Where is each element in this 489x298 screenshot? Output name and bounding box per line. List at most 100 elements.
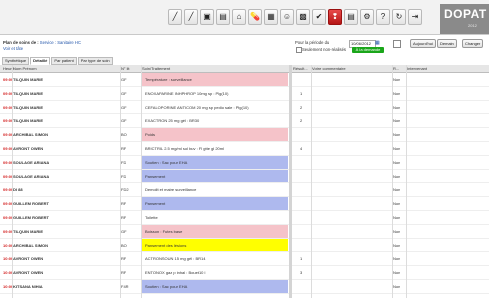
care-row[interactable]: 09:00 TILQUIN MARIE GF Boisson : Futes base…: [0, 224, 489, 239]
result-cell: 2: [300, 118, 303, 124]
refresh-icon[interactable]: ↻: [392, 9, 406, 25]
room-cell: GF: [121, 104, 127, 110]
patient-cell: DI 88: [13, 187, 23, 193]
care-row[interactable]: 09:00 TILQUIN MARIE GF CEFALOPORINE ANTICOM…: [0, 101, 489, 115]
alert-icon[interactable]: ❢: [328, 9, 342, 25]
calendar-icon[interactable]: ▦: [375, 40, 380, 46]
care-cell[interactable]: Soutien : Sac pour EHA: [142, 280, 288, 294]
col-room[interactable]: N° lit: [121, 66, 130, 71]
non-realised-label: Seulement non-réalisés: [302, 47, 346, 52]
realised-cell: Non: [393, 284, 401, 289]
realised-cell: Non: [393, 90, 401, 96]
care-row[interactable]: 10:00 AVRONT OWEN RF ENTONOX gaz p inhal : …: [0, 266, 489, 280]
care-row[interactable]: 09:00 GUILLEM ROBERT RF Toilette Non: [0, 211, 489, 225]
care-cell[interactable]: CEFALOPORINE ANTICOM 20 mg sp pedio sale…: [142, 101, 288, 115]
calendar-icon[interactable]: ▦: [264, 9, 278, 25]
result-cell: 1: [300, 256, 303, 262]
column-separator: [141, 65, 142, 298]
document-icon[interactable]: ▤: [344, 9, 358, 25]
patient-cell: TILQUIN MARIE: [13, 228, 43, 234]
care-row[interactable]: 09:00 GUILLEM ROBERT RF Pansement Non: [0, 197, 489, 211]
care-cell[interactable]: Pansement: [142, 197, 288, 211]
patient-cell: AVRONT OWEN: [13, 256, 44, 262]
view-link[interactable]: Voir et tâte: [3, 46, 23, 51]
today-button[interactable]: Aujourd'hui: [410, 39, 436, 48]
tab-synthetic[interactable]: Synthétique: [2, 57, 30, 65]
result-cell: 3: [300, 270, 303, 276]
care-cell[interactable]: EXACTRON 25 mg gél : BR30: [142, 114, 288, 128]
care-row[interactable]: 09:00 TILQUIN MARIE GF ENOXAPARINE INHPHROP…: [0, 87, 489, 101]
chart-icon[interactable]: ▩: [296, 9, 310, 25]
patient-cell: AVRONT OWEN: [13, 146, 44, 151]
care-cell[interactable]: ACTRONSOUN 15 mg gél : BR14: [142, 252, 288, 266]
care-row[interactable]: 09:00 TILQUIN MARIE GF Température : survei…: [0, 73, 489, 87]
care-cell[interactable]: Pansement des lésions: [142, 238, 288, 253]
col-intervenant[interactable]: Intervenant: [407, 66, 427, 71]
tomorrow-button[interactable]: Demain: [437, 39, 457, 48]
tab-by-patient[interactable]: Par patient: [51, 57, 77, 65]
patient-cell: SOULAGE ARIANA: [13, 159, 50, 165]
help-icon[interactable]: ?: [376, 9, 390, 25]
care-cell[interactable]: BRICTRIL 2.5 mg/ml sol buv : Fl gtte gl …: [142, 142, 288, 156]
care-cell[interactable]: ENTONOX gaz p inhal : Bouet10 l: [142, 266, 288, 280]
app-logo: DOPAT 2012: [440, 4, 489, 34]
pill-icon[interactable]: 💊: [248, 9, 262, 25]
settings-icon[interactable]: ⚙: [360, 9, 374, 25]
exit-icon[interactable]: ⇥: [408, 9, 422, 25]
care-cell[interactable]: Boisson : Futes base: [142, 224, 288, 239]
care-row[interactable]: 09:00 TILQUIN MARIE GF EXACTRON 25 mg gél :…: [0, 114, 489, 129]
patient-cell: ARCHIBAL SIMON: [13, 132, 49, 138]
copy-icon[interactable]: ▣: [200, 9, 214, 25]
col-care[interactable]: Soin/Traitement: [142, 66, 170, 71]
col-realised[interactable]: R...: [393, 66, 399, 71]
tab-by-care-type[interactable]: Par type de soin: [77, 57, 113, 65]
care-row[interactable]: 09:00 DI 88 FD2 Demolit et maire surveillan…: [0, 183, 489, 198]
room-cell: GF: [121, 228, 127, 234]
patient-cell: TILQUIN MARIE: [13, 77, 43, 82]
care-plan-window: ╱ ╱ ▣ ▤ ⌂ 💊 ▦ ☺ ▩ ✔ ❢ ▤ ⚙? ↻ ⇥ DOPAT 2012 Plan de soin…: [0, 0, 489, 298]
print-icon[interactable]: ▤: [216, 9, 230, 25]
change-button[interactable]: Changer: [462, 39, 484, 48]
patient-cell: AVRONT OWEN: [13, 270, 44, 276]
care-cell[interactable]: Toilette: [142, 211, 288, 225]
room-cell: RF: [121, 215, 127, 220]
realised-cell: Non: [393, 118, 401, 124]
tab-detailed[interactable]: Détaillé: [30, 57, 51, 65]
plan-service[interactable]: Service : Sanitaire HC: [40, 40, 81, 45]
realised-cell: Non: [393, 270, 401, 276]
care-cell[interactable]: Demolit et maire surveillance: [142, 183, 288, 197]
care-cell[interactable]: Poids: [142, 128, 288, 142]
edit-icon[interactable]: ╱: [168, 9, 182, 25]
patient-icon[interactable]: ☺: [280, 9, 294, 25]
home-icon[interactable]: ⌂: [232, 9, 246, 25]
care-row[interactable]: 09:00 SOULAGE ARIANA FD Soutien : Sac pour …: [0, 155, 489, 170]
check-icon[interactable]: ✔: [312, 9, 326, 25]
pencil-icon[interactable]: ╱: [184, 9, 198, 25]
view-tabs: Synthétique Détaillé Par patient Par typ…: [2, 57, 113, 65]
patient-cell: TILQUIN MARIE: [13, 118, 43, 124]
care-cell[interactable]: Température : surveillance: [142, 73, 288, 87]
care-cell[interactable]: Pansement: [142, 169, 288, 184]
result-grid-header: Résult... Votre commentaire R... Interve…: [292, 65, 489, 73]
patient-cell: ARCHIBAL SIMON: [13, 242, 49, 248]
col-patient[interactable]: Nom Prénom: [13, 66, 37, 71]
room-cell: F4R: [121, 284, 129, 289]
filter-checkbox[interactable]: [393, 40, 401, 48]
realised-cell: Non: [393, 77, 401, 82]
care-row[interactable]: 10:00 AVRONT OWEN RF ACTRONSOUN 15 mg gél :…: [0, 252, 489, 267]
toolbar-icons: ╱ ╱ ▣ ▤ ⌂ 💊 ▦ ☺ ▩ ✔ ❢ ▤ ⚙? ↻ ⇥: [168, 9, 422, 25]
col-comment[interactable]: Votre commentaire: [312, 66, 346, 71]
col-result[interactable]: Résult...: [293, 66, 308, 71]
grid-splitter[interactable]: [289, 65, 292, 298]
care-row[interactable]: 09:00 SOULAGE ARIANA FD Pansement Non: [0, 169, 489, 184]
care-cell[interactable]: ENOXAPARINE INHPHROP 10mg sp : Plg(10): [142, 87, 288, 101]
logo-version: 2012: [468, 23, 477, 28]
column-separator: [392, 65, 393, 298]
on-demand-button[interactable]: À la demande: [352, 47, 384, 53]
care-row[interactable]: 10:00 ARCHIBAL SIMON BO Pansement des lésio…: [0, 238, 489, 253]
care-row[interactable]: 10:00 KITSANA NIHIA F4R Soutien : Sac pour …: [0, 280, 489, 294]
care-row[interactable]: 09:00 AVRONT OWEN RF BRICTRIL 2.5 mg/ml sol…: [0, 142, 489, 156]
realised-cell: Non: [393, 201, 401, 207]
care-cell[interactable]: Soutien : Sac pour EHA: [142, 155, 288, 170]
care-row[interactable]: 09:00 ARCHIBAL SIMON BO Poids Non: [0, 128, 489, 142]
